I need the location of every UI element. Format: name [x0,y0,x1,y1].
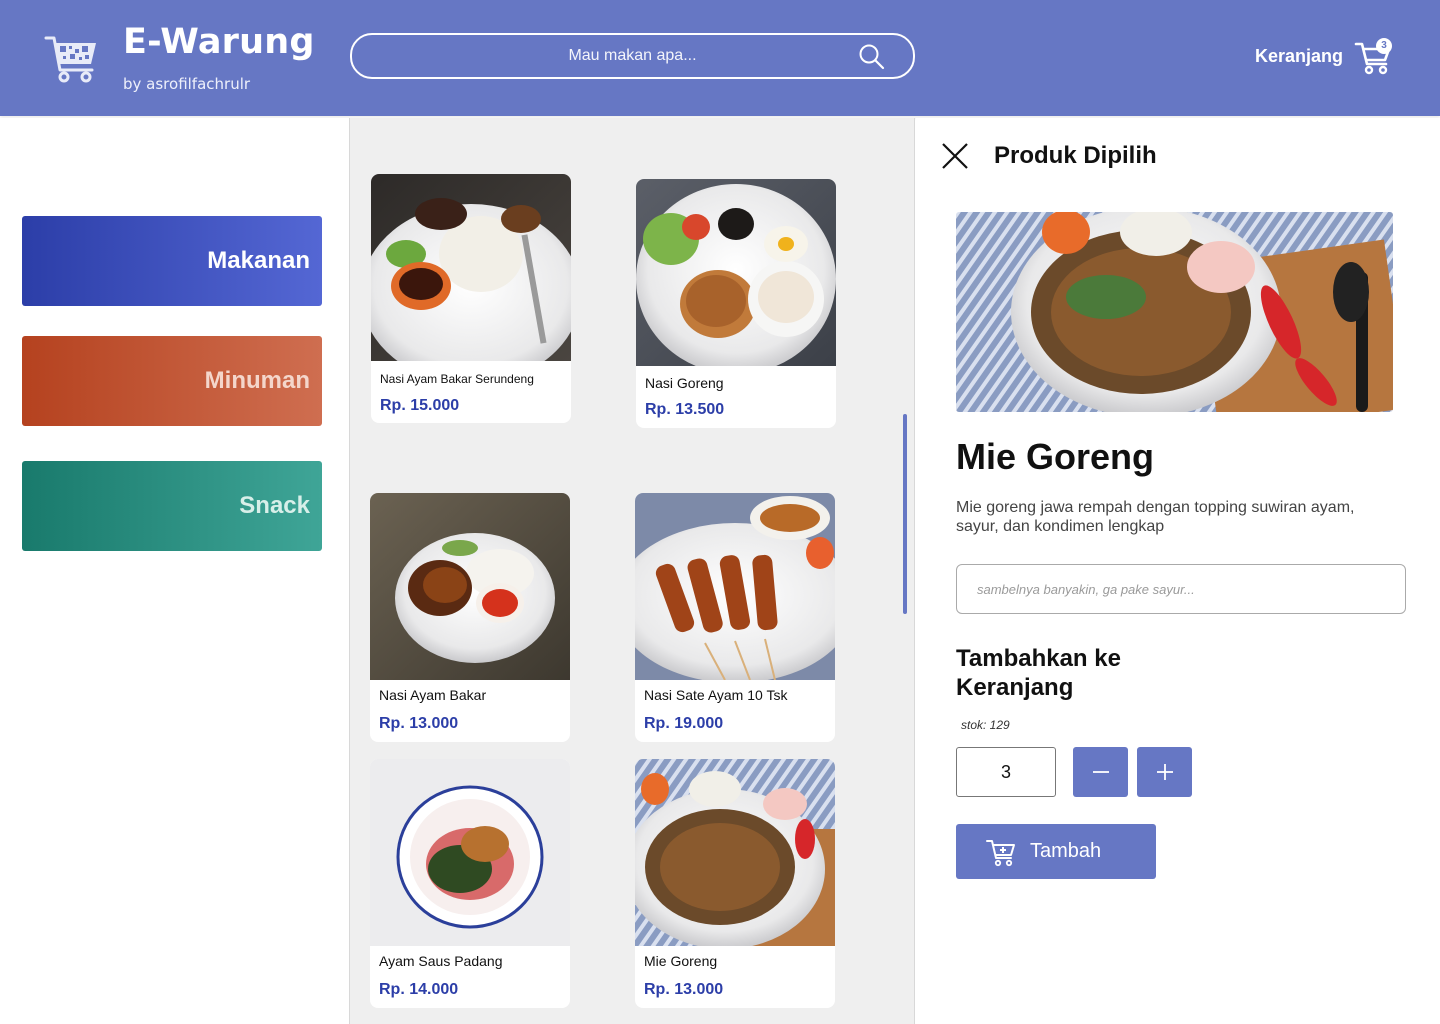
product-card[interactable]: Nasi Goreng Rp. 13.500 [636,179,836,428]
search-input[interactable] [352,35,913,77]
minus-icon [1092,771,1109,773]
grid-scrollbar[interactable] [903,414,907,614]
product-card[interactable]: Mie Goreng Rp. 13.000 [635,759,835,1008]
product-image [370,759,570,946]
quantity-input[interactable] [957,748,1055,796]
category-sidebar: Makanan Minuman Snack [0,118,349,1024]
selected-product-name: Mie Goreng [956,436,1155,477]
increase-quantity-button[interactable] [1137,747,1192,797]
product-price: Rp. 19.000 [644,715,724,732]
selected-product-panel: Produk Dipilih Mie Goreng Mie goreng jaw… [916,118,1440,1024]
plus-icon [1156,764,1173,780]
product-image [635,759,835,946]
product-name: Mie Goreng [644,953,718,969]
product-image [635,493,835,680]
shopping-cart-logo-icon [44,36,96,83]
product-price: Rp. 13.000 [379,715,459,732]
close-icon[interactable] [941,142,969,170]
product-name: Nasi Sate Ayam 10 Tsk [644,687,788,703]
panel-title: Produk Dipilih [994,142,1157,169]
app-brand: E-Warung [123,22,315,62]
quantity-field [956,747,1056,797]
add-to-cart-button[interactable]: Tambah [956,824,1156,879]
add-to-cart-label: Tambah [1030,840,1102,862]
product-image [636,179,836,366]
category-snack-button[interactable]: Snack [22,461,322,551]
search-icon[interactable] [858,43,886,71]
product-card[interactable]: Nasi Ayam Bakar Rp. 13.000 [370,493,570,742]
product-name: Nasi Goreng [645,375,724,391]
order-note-field [956,564,1406,614]
product-image [371,174,571,361]
selected-product-image [956,212,1393,412]
category-makanan-button[interactable]: Makanan [22,216,322,306]
product-name: Ayam Saus Padang [379,953,503,969]
product-card[interactable]: Ayam Saus Padang Rp. 14.000 [370,759,570,1008]
product-name: Nasi Ayam Bakar Serundeng [380,372,534,386]
cart-label[interactable]: Keranjang [1255,46,1343,67]
order-note-input[interactable] [957,565,1405,613]
product-price: Rp. 14.000 [379,981,459,998]
category-minuman-button[interactable]: Minuman [22,336,322,426]
product-card[interactable]: Nasi Ayam Bakar Serundeng Rp. 15.000 [371,174,571,423]
cart-count-badge: 3 [1376,38,1392,54]
add-to-cart-heading: Tambahkan ke Keranjang [956,645,1121,701]
product-grid: Nasi Ayam Bakar Serundeng Rp. 15.000 Nas… [349,118,915,1024]
product-name: Nasi Ayam Bakar [379,687,487,703]
app-brand-subtitle: by asrofilfachrulr [123,75,251,93]
product-card[interactable]: Nasi Sate Ayam 10 Tsk Rp. 19.000 [635,493,835,742]
app-header: E-Warung by asrofilfachrulr Keranjang 3 [0,0,1440,116]
product-price: Rp. 13.500 [645,401,725,418]
stock-label: stok: 129 [961,718,1010,732]
decrease-quantity-button[interactable] [1073,747,1128,797]
product-image [370,493,570,680]
product-price: Rp. 15.000 [380,397,460,414]
cart-add-icon [986,840,1015,867]
product-price: Rp. 13.000 [644,981,724,998]
selected-product-description: Mie goreng jawa rempah dengan topping su… [956,499,1355,535]
search-bar [350,33,915,79]
